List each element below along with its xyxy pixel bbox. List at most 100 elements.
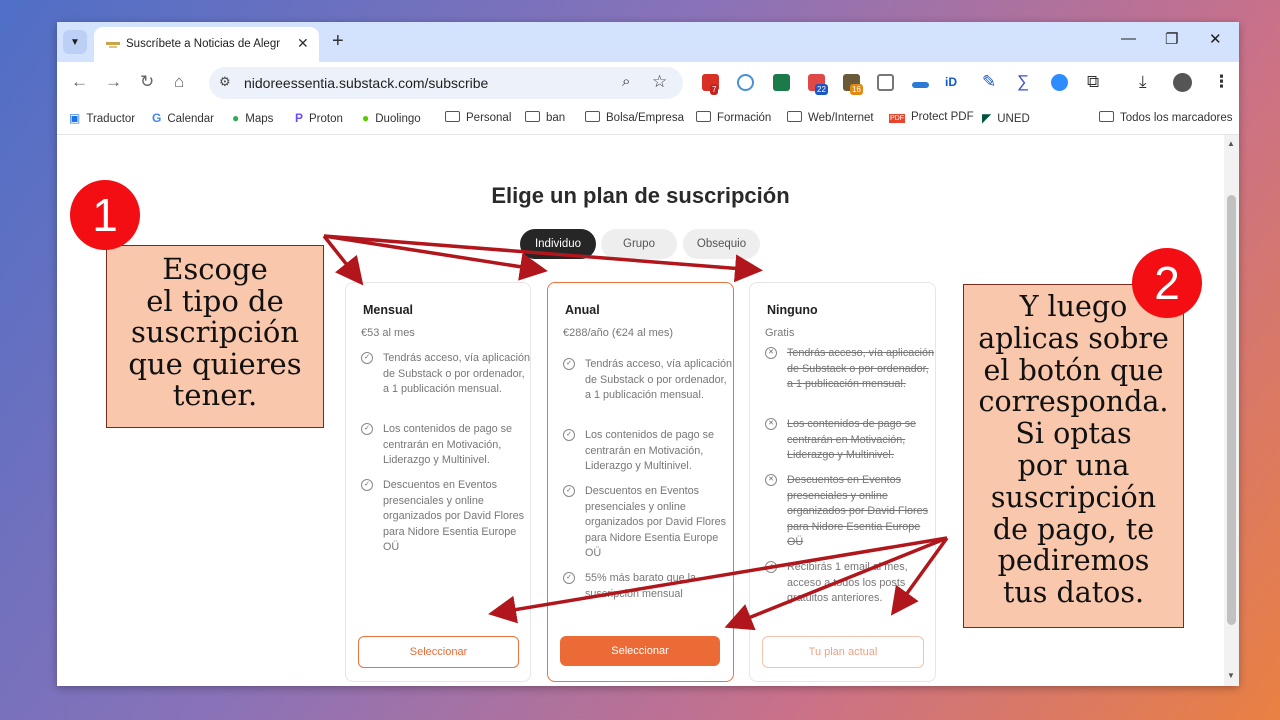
bookmark-folder-personal[interactable]: Personal: [445, 111, 511, 124]
tab-individuo[interactable]: Individuo: [520, 229, 596, 259]
tab-search-button[interactable]: ▼: [63, 30, 87, 54]
tab-title: Suscríbete a Noticias de Alegría y: [126, 38, 281, 50]
current-plan-button[interactable]: Tu plan actual: [762, 636, 924, 668]
bookmarks-bar: ▣ Traductor G Calendar ● Maps P Proton ● Duol…: [57, 104, 1239, 135]
bookmark-uned[interactable]: ◤ UNED: [982, 111, 1030, 125]
site-info-icon[interactable]: ⚙: [219, 74, 231, 90]
feature-item: ✕ Descuentos en Eventos presenciales y on…: [765, 473, 935, 551]
x-circle-icon: ✕: [765, 418, 777, 430]
check-icon: ✓: [361, 352, 373, 364]
extension-badge: 7: [710, 84, 719, 95]
bookmark-traductor[interactable]: ▣ Traductor: [69, 111, 135, 125]
zoom-icon[interactable]: ⌕: [622, 73, 630, 90]
extension-camera-icon[interactable]: [877, 74, 894, 91]
scrollbar-thumb[interactable]: [1227, 195, 1236, 625]
plan-card-mensual: Mensual €53 al mes ✓ Tendrás acceso, vía …: [345, 282, 531, 682]
x-circle-icon: ✕: [765, 474, 777, 486]
feature-item: ✕ Los contenidos de pago se centrarán en …: [765, 417, 935, 464]
bookmark-folder-web[interactable]: Web/Internet: [787, 111, 874, 124]
tab-obsequio[interactable]: Obsequio: [683, 229, 760, 259]
extensions-puzzle-icon[interactable]: ⧉: [1087, 72, 1099, 92]
check-icon: ✓: [563, 485, 575, 497]
check-icon: ✓: [563, 572, 575, 584]
back-arrow-icon[interactable]: ←: [71, 72, 88, 92]
extension-badge: 16: [850, 84, 863, 95]
plan-price: Gratis: [765, 327, 795, 339]
forward-arrow-icon[interactable]: →: [105, 72, 122, 92]
profile-avatar[interactable]: [1173, 73, 1192, 92]
feature-item: ✓ Tendrás acceso, vía aplicación de Subst…: [361, 351, 531, 398]
plan-name: Ninguno: [767, 303, 818, 317]
bookmark-protect-pdf[interactable]: PDF Protect PDF: [889, 111, 974, 123]
bookmark-star-icon[interactable]: ☆: [652, 72, 667, 92]
page-title: Elige un plan de suscripción: [491, 183, 790, 208]
reload-icon[interactable]: ↻: [140, 72, 154, 92]
restore-icon[interactable]: ❐: [1165, 30, 1178, 48]
google-icon: G: [152, 111, 162, 125]
extension-s-icon[interactable]: [773, 74, 790, 91]
feature-item: ✓ Los contenidos de pago se centrarán en …: [361, 422, 531, 469]
folder-icon: [525, 111, 540, 122]
maps-pin-icon: ●: [232, 111, 240, 125]
feature-item: ✓ 55% más barato que la suscripción mensu…: [563, 571, 733, 602]
folder-icon: [787, 111, 802, 122]
download-icon[interactable]: ⤓: [1139, 72, 1147, 92]
close-tab-icon[interactable]: ✕: [297, 35, 309, 52]
check-icon: ✓: [765, 561, 777, 573]
feature-item: ✕ Tendrás acceso, vía aplicación de Subst…: [765, 346, 935, 393]
bookmark-duolingo[interactable]: ● Duolingo: [362, 111, 421, 125]
select-mensual-button[interactable]: Seleccionar: [358, 636, 519, 668]
bookmark-folder-all[interactable]: Todos los marcadores: [1099, 111, 1233, 124]
callout-step-2: Y luego aplicas sobre el botón que corre…: [963, 284, 1184, 628]
extension-badge: 22: [815, 84, 828, 95]
tab-strip: ▼ Suscríbete a Noticias de Alegría y ✕ +…: [57, 22, 1239, 62]
extension-bar-icon[interactable]: [912, 82, 929, 88]
bookmark-folder-ban[interactable]: ban: [525, 111, 565, 124]
bookmark-folder-bolsa[interactable]: Bolsa/Empresa: [585, 111, 684, 124]
feature-item: ✓ Recibirás 1 email al mes, acceso a todo…: [765, 560, 935, 607]
bookmark-maps[interactable]: ● Maps: [232, 111, 273, 125]
bookmark-calendar[interactable]: G Calendar: [152, 111, 214, 125]
plan-card-anual: Anual €288/año (€24 al mes) ✓ Tendrás acc…: [547, 282, 734, 682]
folder-icon: [1099, 111, 1114, 122]
plan-name: Mensual: [363, 303, 414, 317]
minimize-icon[interactable]: —: [1121, 30, 1136, 47]
tab-grupo[interactable]: Grupo: [601, 229, 677, 259]
browser-toolbar: ← → ↻ ⌂ ⚙ nidoreessentia.substack.com/su…: [57, 62, 1239, 104]
extension-sigma-icon[interactable]: ∑: [1017, 72, 1029, 92]
extension-circle-icon[interactable]: [737, 74, 754, 91]
duolingo-icon: ●: [362, 111, 370, 125]
browser-tab[interactable]: Suscríbete a Noticias de Alegría y ✕: [94, 27, 319, 62]
bookmark-folder-formacion[interactable]: Formación: [696, 111, 771, 124]
select-anual-button[interactable]: Seleccionar: [560, 636, 720, 666]
plan-price: €53 al mes: [361, 327, 415, 339]
feature-item: ✓ Tendrás acceso, vía aplicación de Subst…: [563, 357, 733, 404]
extension-zoom-icon[interactable]: [1051, 74, 1068, 91]
address-bar[interactable]: ⚙ nidoreessentia.substack.com/subscribe …: [209, 67, 683, 99]
plan-name: Anual: [565, 303, 600, 317]
check-icon: ✓: [563, 429, 575, 441]
feature-item: ✓ Descuentos en Eventos presenciales y on…: [361, 478, 531, 556]
new-tab-button[interactable]: +: [332, 30, 344, 52]
plan-price: €288/año (€24 al mes): [563, 327, 674, 339]
scrollbar[interactable]: ▲ ▼: [1224, 135, 1239, 686]
scroll-down-icon[interactable]: ▼: [1227, 671, 1235, 680]
menu-kebab-icon[interactable]: ⋮: [1213, 72, 1230, 92]
extension-id-icon[interactable]: iD: [945, 75, 957, 89]
uned-icon: ◤: [982, 111, 992, 125]
substack-favicon-icon: [106, 42, 120, 48]
url-text[interactable]: nidoreessentia.substack.com/subscribe: [244, 75, 488, 91]
feature-item: ✓ Descuentos en Eventos presenciales y on…: [563, 484, 733, 562]
pdf-icon: PDF: [889, 114, 905, 123]
x-circle-icon: ✕: [765, 347, 777, 359]
step-1-badge: 1: [70, 180, 140, 250]
extension-pen-icon[interactable]: ✎: [982, 72, 996, 92]
close-window-icon[interactable]: ✕: [1209, 30, 1222, 48]
check-icon: ✓: [361, 423, 373, 435]
chevron-down-icon: ▼: [70, 36, 80, 48]
home-icon[interactable]: ⌂: [174, 72, 184, 92]
plan-card-ninguno: Ninguno Gratis ✕ Tendrás acceso, vía apli…: [749, 282, 936, 682]
scroll-up-icon[interactable]: ▲: [1227, 139, 1235, 148]
bookmark-proton[interactable]: P Proton: [295, 111, 343, 125]
check-icon: ✓: [563, 358, 575, 370]
